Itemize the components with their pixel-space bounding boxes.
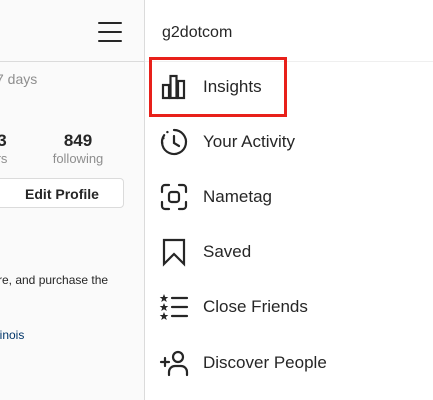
- following-count: 849: [63, 131, 93, 150]
- menu-item-insights[interactable]: Insights: [145, 60, 433, 115]
- menu-item-your-activity[interactable]: Your Activity: [145, 115, 433, 170]
- bar-chart-icon: [159, 72, 189, 102]
- activity-clock-icon: [159, 127, 189, 157]
- profile-panel: 7 days 3 rs 849 following Edit Profile r…: [0, 0, 144, 400]
- hamburger-menu-icon[interactable]: [98, 22, 122, 42]
- bio-text: re, and purchase the: [0, 273, 109, 287]
- username: g2dotcom: [162, 24, 233, 41]
- followers-stat[interactable]: 3 rs: [0, 131, 14, 167]
- menu-item-label: Your Activity: [203, 132, 295, 151]
- followers-label: rs: [0, 151, 8, 166]
- menu-header: g2dotcom: [145, 0, 433, 62]
- menu-item-discover-people[interactable]: Discover People: [145, 336, 433, 391]
- menu-item-label: Insights: [203, 77, 262, 96]
- following-stat[interactable]: 849 following: [48, 131, 108, 167]
- bookmark-icon: [159, 237, 189, 267]
- nametag-scan-icon: [159, 182, 189, 212]
- location-link[interactable]: linois: [0, 328, 24, 342]
- menu-item-label: Close Friends: [203, 297, 308, 316]
- menu-item-label: Discover People: [203, 353, 327, 372]
- menu-item-nametag[interactable]: Nametag: [145, 170, 433, 225]
- star-list-icon: [159, 292, 189, 322]
- menu-item-saved[interactable]: Saved: [145, 225, 433, 280]
- following-label: following: [52, 151, 104, 166]
- days-text: 7 days: [0, 71, 38, 87]
- menu-item-close-friends[interactable]: Close Friends: [145, 280, 433, 335]
- add-person-icon: [159, 348, 189, 378]
- followers-count: 3: [0, 131, 7, 150]
- edit-profile-button[interactable]: Edit Profile: [0, 178, 124, 208]
- profile-top-bar: [0, 0, 144, 62]
- menu-item-label: Nametag: [203, 187, 272, 206]
- side-menu: g2dotcom Insights Your Activity Nametag …: [144, 0, 433, 400]
- menu-item-label: Saved: [203, 242, 252, 261]
